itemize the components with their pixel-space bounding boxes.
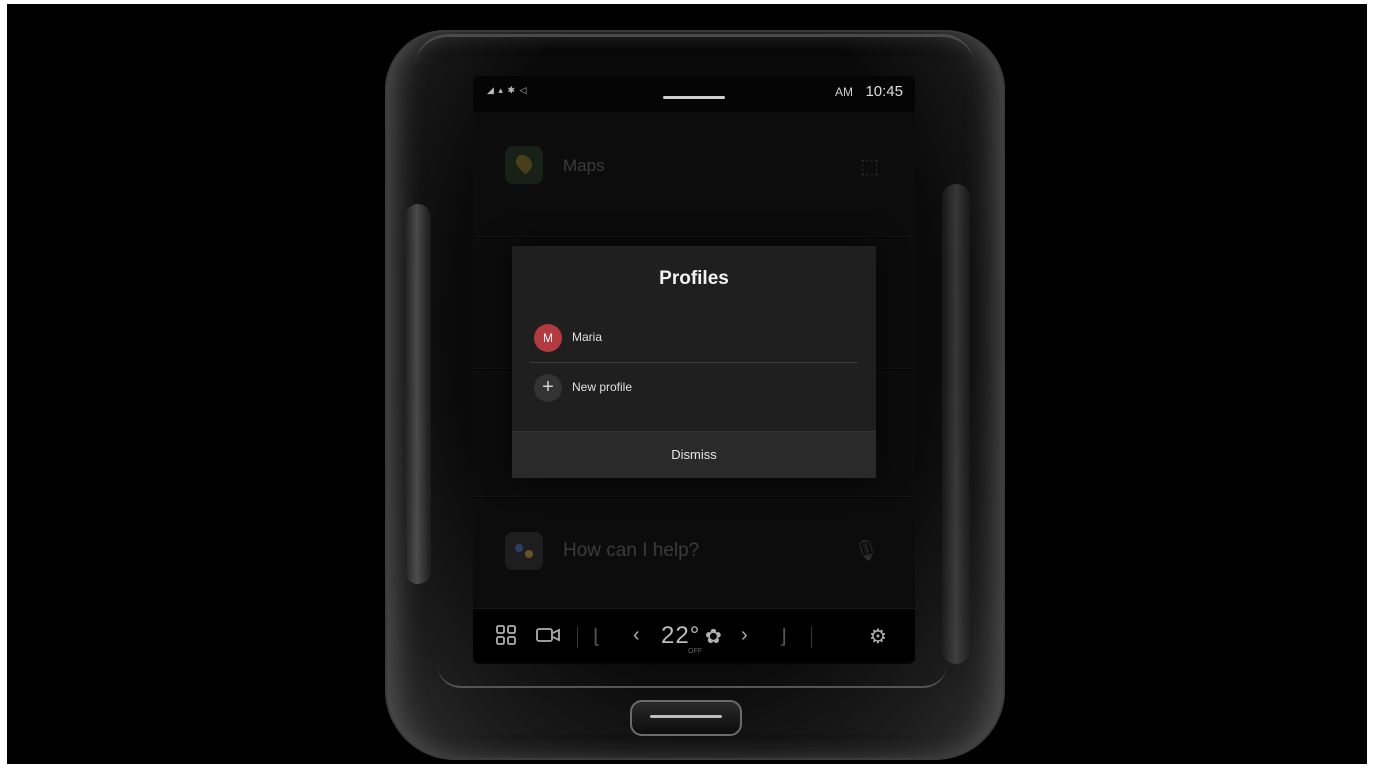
temperature-display[interactable]: 22° bbox=[661, 622, 700, 650]
maps-label: Maps bbox=[563, 156, 605, 175]
temp-down-chevron-icon[interactable]: ‹ bbox=[633, 624, 640, 647]
assistant-icon bbox=[505, 532, 543, 570]
bezel-reflection-left bbox=[405, 204, 431, 584]
directions-icon[interactable]: ⬚ bbox=[860, 154, 879, 179]
am-indicator: AM bbox=[835, 85, 853, 99]
profiles-dialog: Profiles M Maria + New profile Dismiss bbox=[512, 246, 876, 478]
dock-divider bbox=[811, 626, 812, 648]
temp-up-chevron-icon[interactable]: › bbox=[741, 624, 748, 647]
bezel-bottom-lip bbox=[437, 664, 947, 688]
pull-down-handle[interactable] bbox=[663, 96, 725, 99]
clock: 10:45 bbox=[865, 83, 903, 100]
avatar: M bbox=[534, 324, 562, 352]
app-grid-icon[interactable] bbox=[495, 624, 517, 652]
assistant-prompt: How can I help? bbox=[563, 540, 700, 561]
seat-heat-left-icon[interactable]: ⌊ bbox=[593, 624, 601, 649]
climate-dock: ⌊ ‹ 22° OFF ✿ › ⌋ ⚙ bbox=[473, 612, 915, 662]
home-button[interactable] bbox=[630, 700, 742, 736]
plus-icon: + bbox=[534, 374, 562, 402]
bezel-reflection-right bbox=[942, 184, 970, 664]
profile-name: Maria bbox=[572, 330, 603, 344]
new-profile-item[interactable]: + New profile bbox=[530, 366, 858, 412]
dialog-title: Profiles bbox=[659, 268, 729, 289]
camera-icon[interactable] bbox=[535, 624, 561, 652]
maps-icon bbox=[505, 146, 543, 184]
dock-divider bbox=[577, 626, 578, 648]
temperature-sub-label: OFF bbox=[688, 648, 702, 655]
video-frame: ◢ ▴ ✱ ◁ AM 10:45 Maps ⬚ How can I help? … bbox=[7, 4, 1367, 764]
dismiss-button[interactable]: Dismiss bbox=[512, 431, 876, 478]
infotainment-screen: ◢ ▴ ✱ ◁ AM 10:45 Maps ⬚ How can I help? … bbox=[473, 76, 915, 664]
mic-icon[interactable]: 🎙 bbox=[854, 538, 879, 563]
assistant-tile[interactable]: How can I help? 🎙 bbox=[473, 498, 915, 609]
fan-icon[interactable]: ✿ bbox=[705, 624, 722, 649]
seat-heat-right-icon[interactable]: ⌋ bbox=[779, 624, 787, 649]
settings-gear-icon[interactable]: ⚙ bbox=[869, 624, 887, 649]
profile-item-maria[interactable]: M Maria bbox=[530, 316, 858, 363]
new-profile-label: New profile bbox=[572, 380, 633, 394]
status-bar: ◢ ▴ ✱ ◁ AM 10:45 bbox=[473, 76, 915, 106]
status-icons: ◢ ▴ ✱ ◁ bbox=[487, 85, 528, 95]
maps-tile[interactable]: Maps ⬚ bbox=[473, 112, 915, 237]
